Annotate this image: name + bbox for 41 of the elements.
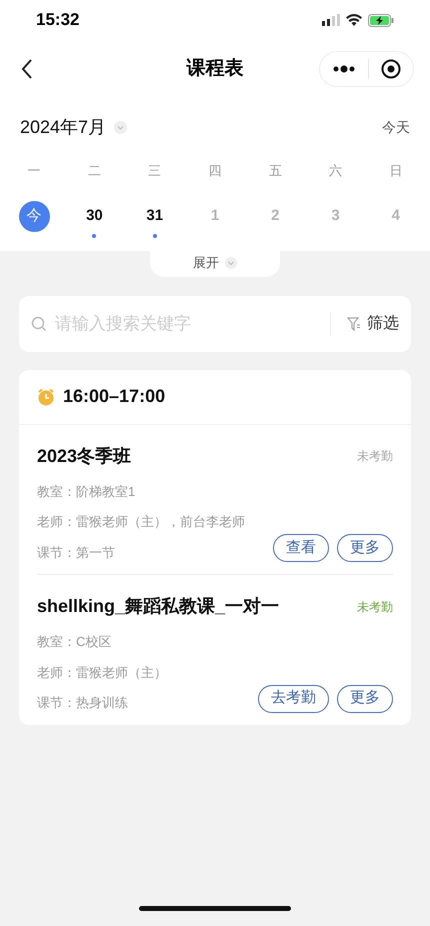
lesson-title: 2023冬季班: [37, 444, 132, 468]
page-title: 课程表: [186, 56, 244, 81]
today-button[interactable]: 今天: [382, 117, 410, 138]
lesson-detail: 老师：雷猴老师（主），前台李老师: [37, 513, 245, 531]
action-button[interactable]: 查看: [273, 534, 329, 562]
signal-icon: [322, 14, 340, 26]
more-icon[interactable]: [332, 65, 356, 73]
weekday-label: 日: [389, 162, 402, 180]
action-button[interactable]: 更多: [337, 534, 393, 562]
weekday-label: 二: [88, 162, 101, 180]
weekday-label: 一: [28, 162, 41, 180]
battery-icon: [368, 14, 394, 26]
back-icon: [20, 58, 34, 80]
lesson-title: shellking_舞蹈私教课_一对一: [37, 595, 280, 618]
action-button[interactable]: 更多: [337, 684, 393, 712]
time-range: 16:00–17:00: [63, 385, 166, 408]
weekday-label: 三: [148, 162, 162, 180]
weekday-label: 五: [268, 162, 282, 180]
lesson-detail: 课节：第一节: [37, 544, 116, 562]
action-button[interactable]: 去考勤: [258, 684, 329, 712]
weekday-label: 六: [329, 162, 342, 180]
lesson-detail: 教室：C校区: [37, 633, 112, 651]
lesson-detail: 老师：雷猴老师（主）: [37, 664, 167, 682]
search-icon: [31, 316, 47, 332]
month-label: 2024年7月: [20, 116, 106, 139]
alarm-clock-icon: [37, 388, 55, 406]
attendance-status: 未考勤: [357, 598, 393, 616]
weekday-label: 四: [208, 162, 222, 180]
lesson-detail: 教室：阶梯教室1: [37, 482, 136, 500]
attendance-status: 未考勤: [357, 448, 393, 465]
filter-button[interactable]: 筛选: [347, 312, 399, 336]
expand-tab[interactable]: 展开: [150, 250, 280, 276]
date-button[interactable]: 今: [18, 200, 50, 232]
date-button[interactable]: 30: [86, 200, 103, 232]
wifi-icon: [346, 14, 362, 26]
filter-icon: [347, 316, 361, 330]
status-time: 15:32: [36, 9, 80, 32]
chevron-down-icon: [225, 257, 237, 269]
target-icon[interactable]: [381, 59, 401, 79]
date-button[interactable]: 31: [146, 200, 164, 232]
lesson-detail: 课节：热身训练: [37, 694, 129, 712]
